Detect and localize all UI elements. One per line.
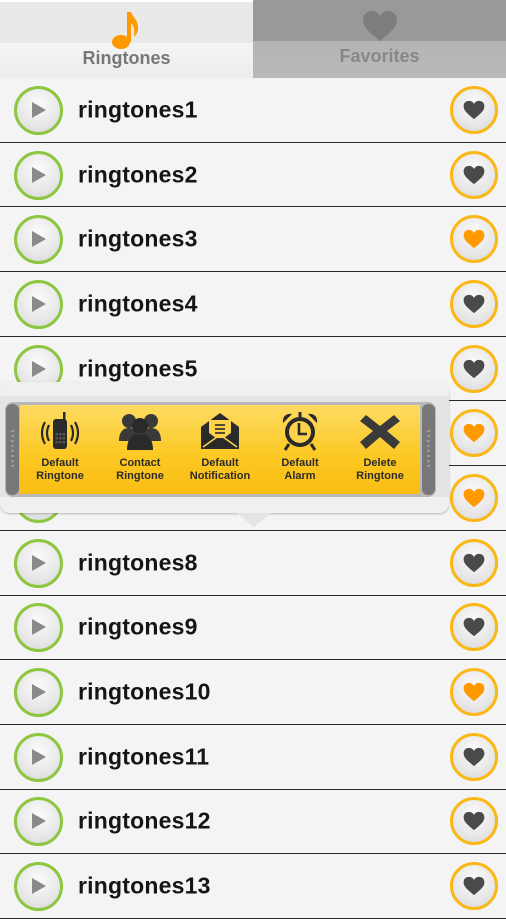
ringtone-row[interactable]: ringtones4 bbox=[0, 272, 506, 337]
default-ringtone-label: Default Ringtone bbox=[36, 457, 84, 482]
favorite-toggle[interactable] bbox=[450, 279, 498, 328]
grip-dots bbox=[427, 430, 430, 468]
envelope-icon bbox=[198, 411, 242, 451]
ringtone-row[interactable]: ringtones1 bbox=[0, 78, 506, 143]
favorite-toggle[interactable] bbox=[450, 538, 498, 587]
play-icon bbox=[32, 619, 46, 636]
play-icon bbox=[32, 813, 46, 830]
play-button[interactable] bbox=[14, 279, 63, 329]
delete-x-icon bbox=[358, 411, 402, 451]
ringtone-row[interactable]: ringtones8 bbox=[0, 530, 506, 596]
heart-icon bbox=[463, 488, 485, 508]
play-button[interactable] bbox=[14, 538, 63, 588]
scroll-grip-right[interactable] bbox=[422, 404, 435, 495]
tab-favorites-label: Favorites bbox=[339, 46, 420, 66]
heart-icon bbox=[463, 876, 485, 896]
play-icon bbox=[32, 554, 46, 571]
tab-favorites[interactable]: Favorites bbox=[253, 0, 506, 78]
heart-icon bbox=[463, 747, 485, 766]
heart-icon bbox=[463, 618, 485, 637]
play-icon bbox=[32, 878, 46, 895]
tab-ringtones-label: Ringtones bbox=[82, 48, 171, 68]
favorite-toggle[interactable] bbox=[450, 862, 498, 911]
play-icon bbox=[32, 295, 46, 312]
ringtone-name: ringtones11 bbox=[78, 743, 210, 770]
contact-ringtone-label: Contact Ringtone bbox=[116, 457, 164, 482]
play-button[interactable] bbox=[14, 797, 63, 847]
scroll-grip-left[interactable] bbox=[6, 404, 19, 495]
popup-bottom-band bbox=[0, 497, 449, 513]
play-button[interactable] bbox=[14, 85, 63, 135]
favorite-toggle[interactable] bbox=[450, 85, 498, 134]
heart-icon bbox=[463, 553, 485, 572]
play-icon bbox=[32, 684, 46, 701]
ringtone-action-popup: Default Ringtone Contact Ringtone Defaul… bbox=[0, 382, 449, 527]
ringtone-row[interactable]: ringtones12 bbox=[0, 789, 506, 855]
contacts-group-icon bbox=[118, 411, 162, 451]
ringtone-name: ringtones13 bbox=[78, 872, 211, 899]
ringtone-name: ringtones9 bbox=[78, 613, 198, 640]
ringtone-row[interactable]: ringtones11 bbox=[0, 724, 506, 790]
ringtone-name: ringtones12 bbox=[78, 807, 211, 834]
play-button[interactable] bbox=[14, 862, 63, 912]
heart-icon bbox=[463, 230, 485, 249]
contact-ringtone-button[interactable]: Contact Ringtone bbox=[100, 405, 180, 494]
play-button[interactable] bbox=[14, 150, 63, 200]
default-alarm-label: Default Alarm bbox=[281, 457, 319, 482]
play-icon bbox=[32, 101, 46, 118]
play-button[interactable] bbox=[14, 603, 63, 653]
heart-icon bbox=[463, 359, 485, 378]
heart-icon bbox=[463, 165, 485, 184]
default-notification-button[interactable]: Default Notification bbox=[180, 405, 260, 494]
favorite-toggle[interactable] bbox=[450, 732, 498, 781]
ringtone-name: ringtones1 bbox=[78, 96, 198, 123]
grip-dots bbox=[11, 430, 14, 468]
play-button[interactable] bbox=[14, 215, 63, 265]
heart-icon bbox=[463, 294, 485, 314]
play-icon bbox=[32, 360, 46, 377]
popup-actions: Default Ringtone Contact Ringtone Defaul… bbox=[20, 405, 420, 494]
ringtone-row[interactable]: ringtones10 bbox=[0, 660, 506, 725]
favorite-toggle[interactable] bbox=[450, 150, 498, 199]
delete-ringtone-button[interactable]: Delete Ringtone bbox=[340, 405, 420, 494]
ringtone-name: ringtones8 bbox=[78, 549, 198, 576]
play-icon bbox=[32, 231, 46, 248]
alarm-clock-icon bbox=[278, 411, 322, 451]
popup-top-band bbox=[0, 382, 449, 396]
ringtone-row[interactable]: ringtones3 bbox=[0, 207, 506, 273]
favorite-toggle[interactable] bbox=[450, 473, 498, 522]
tab-ringtones[interactable]: Ringtones bbox=[0, 0, 253, 80]
default-notification-label: Default Notification bbox=[189, 457, 251, 482]
popup-pointer-arrow bbox=[237, 513, 271, 527]
play-button[interactable] bbox=[14, 668, 63, 718]
play-icon bbox=[32, 748, 46, 765]
heart-icon bbox=[463, 682, 485, 702]
ringtone-name: ringtones5 bbox=[78, 355, 198, 382]
heart-icon bbox=[463, 424, 485, 443]
tab-bar: Ringtones Favorites bbox=[0, 0, 506, 80]
popup-frame: Default Ringtone Contact Ringtone Defaul… bbox=[5, 402, 436, 497]
heart-icon bbox=[463, 812, 485, 831]
favorite-toggle[interactable] bbox=[450, 215, 498, 264]
heart-icon bbox=[463, 100, 485, 120]
ringtone-row[interactable]: ringtones2 bbox=[0, 142, 506, 208]
ringtone-name: ringtones10 bbox=[78, 678, 211, 705]
ringtone-name: ringtones2 bbox=[78, 161, 198, 188]
heart-icon bbox=[362, 8, 398, 47]
default-alarm-button[interactable]: Default Alarm bbox=[260, 405, 340, 494]
favorite-toggle[interactable] bbox=[450, 409, 498, 458]
favorite-toggle[interactable] bbox=[450, 797, 498, 846]
ringtone-name: ringtones4 bbox=[78, 290, 198, 317]
favorite-toggle[interactable] bbox=[450, 603, 498, 652]
ringtone-row[interactable]: ringtones9 bbox=[0, 595, 506, 661]
delete-ringtone-label: Delete Ringtone bbox=[356, 457, 404, 482]
default-ringtone-button[interactable]: Default Ringtone bbox=[20, 405, 100, 494]
favorite-toggle[interactable] bbox=[450, 344, 498, 393]
favorite-toggle[interactable] bbox=[450, 668, 498, 717]
play-button[interactable] bbox=[14, 732, 63, 782]
vibrating-phone-icon bbox=[38, 411, 82, 451]
ringtone-row[interactable]: ringtones13 bbox=[0, 854, 506, 919]
ringtone-name: ringtones3 bbox=[78, 225, 198, 252]
play-icon bbox=[32, 166, 46, 183]
